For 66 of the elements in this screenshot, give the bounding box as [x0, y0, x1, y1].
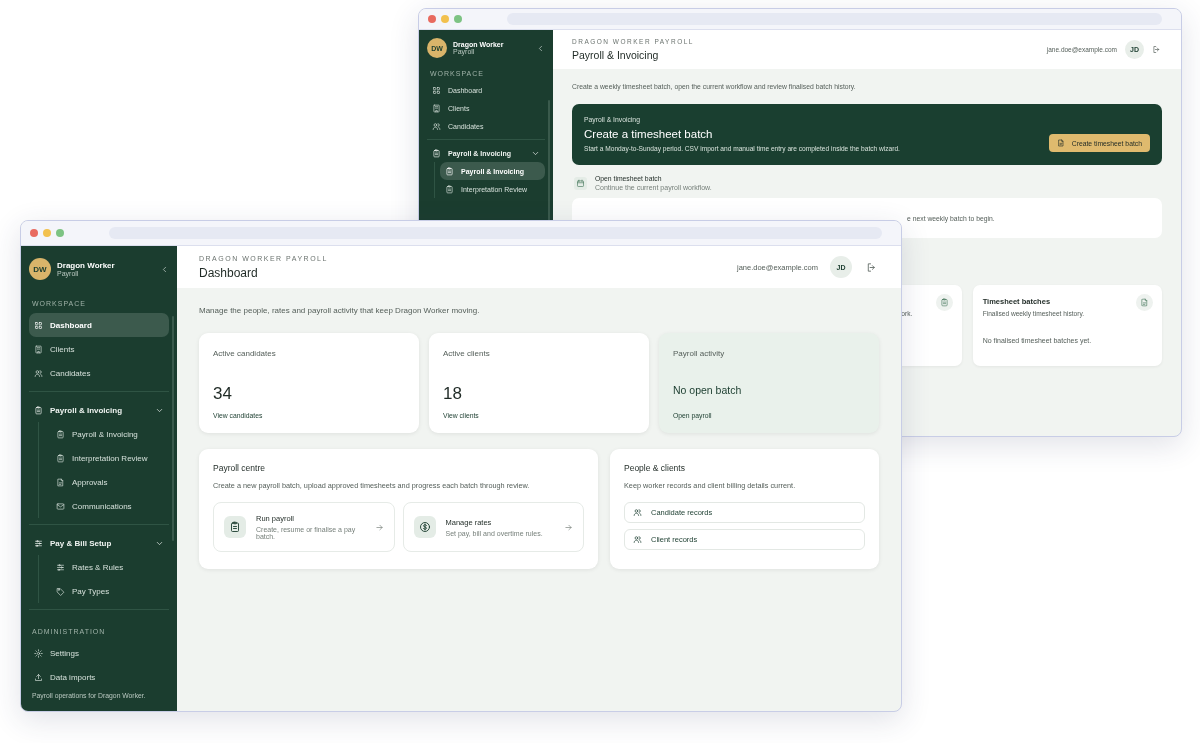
stat-label: Active clients	[443, 349, 491, 358]
stat-label: Payroll activity	[673, 349, 726, 358]
mail-icon	[56, 501, 65, 511]
stat-label: Active candidates	[213, 349, 277, 358]
arrow-right-icon	[564, 522, 573, 532]
hero-title: Create a timesheet batch	[584, 128, 714, 140]
nav-group[interactable]: Payroll & Invoicing	[29, 398, 169, 422]
minimize-dot[interactable]	[441, 15, 449, 23]
logout-icon[interactable]	[1152, 45, 1161, 54]
grid-icon	[34, 320, 43, 330]
close-dot[interactable]	[30, 229, 38, 237]
document-icon	[56, 477, 65, 487]
clipboard-icon	[445, 166, 454, 176]
stat-value: 34	[213, 384, 233, 404]
building-icon	[432, 103, 441, 113]
page-intro: Manage the people, rates and payroll activity that keep Dragon Worker moving.	[199, 306, 481, 315]
logout-icon[interactable]	[866, 261, 877, 273]
page-title: Payroll & Invoicing	[572, 49, 660, 61]
dollar-icon	[413, 516, 436, 538]
page-title: Dashboard	[199, 265, 259, 280]
document-icon	[1136, 294, 1153, 311]
users-icon	[633, 508, 642, 517]
clipboard-icon	[34, 405, 43, 415]
close-dot[interactable]	[428, 15, 436, 23]
sliders-icon	[56, 562, 65, 572]
clipboard-icon	[56, 429, 65, 439]
calendar-icon	[574, 176, 587, 190]
nav-group[interactable]: Pay & Bill Setup	[29, 531, 169, 555]
chevron-left-icon[interactable]	[536, 43, 545, 53]
brand-name: Dragon Worker	[57, 261, 116, 270]
maximize-dot[interactable]	[56, 229, 64, 237]
tag-icon	[56, 586, 65, 596]
nav-item[interactable]: Data imports	[29, 665, 169, 689]
nav-item[interactable]: Dashboard	[29, 313, 169, 337]
nav-item[interactable]: Payroll & Invoicing	[51, 422, 169, 446]
settings-icon	[34, 648, 43, 658]
building-icon	[34, 344, 43, 354]
nav-item[interactable]: Rates & Rules	[51, 555, 169, 579]
nav-item[interactable]: Approvals	[51, 470, 169, 494]
minimize-dot[interactable]	[43, 229, 51, 237]
nav-item[interactable]: Candidates	[29, 361, 169, 385]
users-icon	[432, 121, 441, 131]
nav-item[interactable]: Pay Types	[51, 579, 169, 603]
clipboard-icon	[224, 516, 246, 538]
panel-title: Payroll centre	[213, 463, 266, 473]
stat-value: 18	[443, 384, 463, 404]
clipboard-icon	[445, 184, 454, 194]
nav-item[interactable]: Communications	[51, 494, 169, 518]
nav-item[interactable]: Clients	[29, 337, 169, 361]
users-icon	[633, 535, 642, 544]
brand-avatar: DW	[29, 258, 51, 280]
chevron-left-icon[interactable]	[160, 264, 169, 274]
upload-icon	[34, 672, 43, 682]
panel-title: People & clients	[624, 463, 686, 473]
document-icon	[1056, 139, 1065, 147]
nav-item[interactable]: Interpretation Review	[51, 446, 169, 470]
clipboard-icon	[935, 294, 953, 311]
stat-value: No open batch	[673, 384, 743, 396]
clipboard-icon	[432, 148, 441, 158]
sliders-icon	[34, 538, 43, 548]
maximize-dot[interactable]	[454, 15, 462, 23]
nav-item[interactable]: Settings	[29, 641, 169, 665]
grid-icon	[432, 85, 441, 95]
users-icon	[34, 368, 43, 378]
arrow-right-icon	[374, 522, 384, 532]
clipboard-icon	[56, 453, 65, 463]
